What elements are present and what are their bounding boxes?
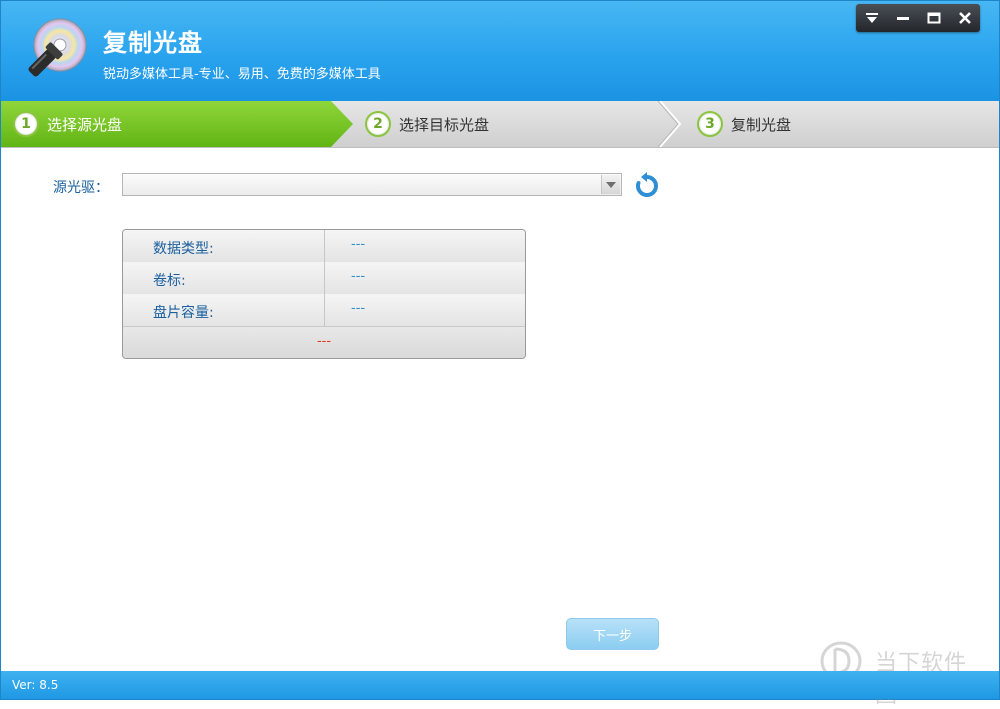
info-row-data-type: 数据类型: --- [123, 230, 525, 263]
step-copy-disc[interactable]: 3 复制光盘 [697, 101, 791, 147]
refresh-icon[interactable] [633, 172, 661, 200]
divider [324, 262, 325, 294]
step-number: 2 [365, 111, 391, 137]
info-row-volume-label: 卷标: --- [123, 262, 525, 295]
source-drive-label: 源光驱： [53, 180, 109, 196]
maximize-icon[interactable] [920, 6, 948, 30]
divider [324, 294, 325, 326]
chevron-down-icon[interactable] [601, 175, 620, 194]
step-select-target[interactable]: 2 选择目标光盘 [365, 101, 489, 147]
info-row-capacity: 盘片容量: --- [123, 294, 525, 327]
info-key: 盘片容量: [153, 305, 214, 321]
step-number: 3 [697, 111, 723, 137]
divider [324, 230, 325, 262]
info-value: --- [351, 301, 366, 316]
source-drive-select[interactable] [122, 173, 622, 196]
info-value: --- [351, 237, 366, 252]
minimize-icon[interactable] [889, 6, 917, 30]
close-icon[interactable] [951, 6, 979, 30]
info-value: --- [351, 269, 366, 284]
version-label: Ver: 8.5 [12, 678, 59, 692]
window-controls [856, 4, 980, 32]
dropdown-menu-icon[interactable] [858, 6, 886, 30]
info-footer-value: --- [316, 334, 332, 349]
info-footer: --- [123, 327, 525, 358]
main-window: 复制光盘 锐动多媒体工具-专业、易用、免费的多媒体工具 1 选择源光盘 2 选择… [0, 0, 1000, 708]
info-key: 卷标: [153, 273, 186, 289]
step-label: 选择目标光盘 [399, 115, 490, 134]
cd-flashlight-icon [28, 18, 87, 77]
app-header: 复制光盘 锐动多媒体工具-专业、易用、免费的多媒体工具 [1, 1, 999, 101]
app-subtitle: 锐动多媒体工具-专业、易用、免费的多媒体工具 [103, 67, 381, 82]
step-label: 选择源光盘 [47, 115, 123, 134]
step-label: 复制光盘 [731, 115, 792, 134]
step-number: 1 [13, 111, 39, 137]
step-separator-icon [657, 101, 682, 147]
info-key: 数据类型: [153, 241, 214, 257]
status-bar: Ver: 8.5 [1, 671, 999, 699]
next-step-button[interactable]: 下一步 [566, 618, 659, 650]
app-title: 复制光盘 [103, 29, 203, 57]
disc-info-panel: 数据类型: --- 卷标: --- 盘片容量: --- --- [122, 229, 526, 359]
step-select-source[interactable]: 1 选择源光盘 [13, 101, 122, 147]
step-progress-bar: 1 选择源光盘 2 选择目标光盘 3 复制光盘 [1, 101, 999, 148]
